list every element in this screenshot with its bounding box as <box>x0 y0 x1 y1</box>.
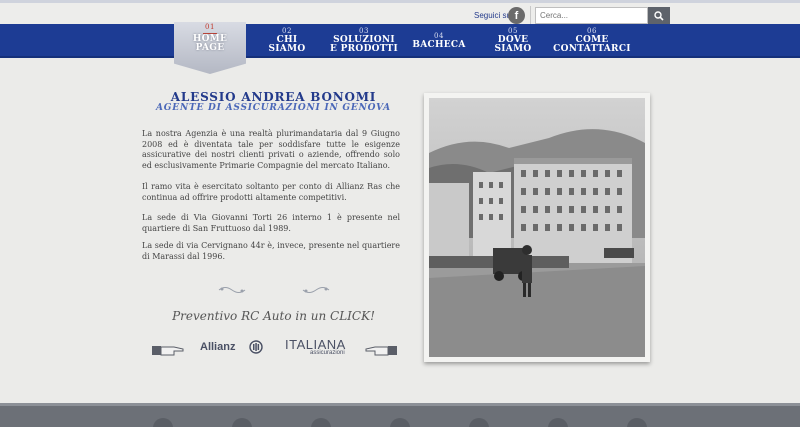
search-button[interactable] <box>648 7 670 24</box>
footer-bar <box>0 403 800 427</box>
italiana-logo-sub: assicurazioni <box>310 350 345 356</box>
search-icon <box>654 10 664 21</box>
search-input[interactable] <box>535 7 648 24</box>
historic-photo-frame <box>424 93 650 362</box>
partner-logos: Allianz ITALIANA assicurazioni <box>146 337 401 361</box>
allianz-eagle-icon <box>249 340 263 354</box>
pointing-hand-icon <box>152 346 184 356</box>
ornament-icon <box>218 287 246 293</box>
nav-number: 02 <box>282 27 292 35</box>
nav-label: SOLUZIONI E PRODOTTI <box>329 35 398 54</box>
nav-label: CHI SIAMO <box>268 35 306 54</box>
nav-item-soluzioni[interactable]: 03 SOLUZIONI E PRODOTTI <box>328 24 400 58</box>
nav-label: HOME PAGE <box>192 34 228 53</box>
nav-number: 05 <box>508 27 518 35</box>
footer-icon[interactable] <box>548 418 568 427</box>
facebook-icon[interactable]: f <box>508 7 525 24</box>
nav-number: 01 <box>205 23 215 31</box>
ornament-icon <box>302 287 330 293</box>
footer-icon[interactable] <box>153 418 173 427</box>
footer-icon[interactable] <box>469 418 489 427</box>
nav-item-come-contattarci[interactable]: 06 COME CONTATTARCI <box>548 24 636 58</box>
footer-icon[interactable] <box>311 418 331 427</box>
nav-label: BACHECA <box>412 39 466 50</box>
rc-auto-cta[interactable]: Preventivo RC Auto in un CLICK! <box>146 309 401 323</box>
divider <box>530 6 531 25</box>
nav-number: 03 <box>359 27 369 35</box>
ramo-vita-paragraph: Il ramo vita è esercitato soltanto per c… <box>142 182 400 202</box>
nav-label: DOVE SIAMO <box>494 35 532 54</box>
page-title: ALESSIO ANDREA BONOMI <box>170 90 377 104</box>
pointing-hand-icon <box>365 346 397 356</box>
footer-icon[interactable] <box>627 418 647 427</box>
top-bar: Seguici su f <box>0 0 800 25</box>
nav-number: 06 <box>587 27 597 35</box>
nav-item-chi-siamo[interactable]: 02 CHI SIAMO <box>252 24 322 58</box>
nav-label: COME CONTATTARCI <box>553 35 631 54</box>
page-subtitle: AGENTE DI ASSICURAZIONI IN GENOVA <box>156 103 391 113</box>
sede-cervignano-paragraph: La sede di via Cervignano 44r è, invece,… <box>142 241 400 261</box>
footer-icon[interactable] <box>390 418 410 427</box>
footer-icon[interactable] <box>232 418 252 427</box>
seguici-label: Seguici su <box>474 11 511 20</box>
nav-item-dove-siamo[interactable]: 05 DOVE SIAMO <box>478 24 548 58</box>
nav-item-bacheca[interactable]: 04 BACHECA <box>406 24 472 58</box>
allianz-logo[interactable]: Allianz <box>200 341 235 353</box>
nav-number: 04 <box>434 31 444 40</box>
historic-street-photo <box>429 98 645 357</box>
nav-item-home[interactable]: 01 HOME PAGE <box>174 22 246 74</box>
main-nav: 02 CHI SIAMO 03 SOLUZIONI E PRODOTTI 04 … <box>0 24 800 58</box>
sede-torti-paragraph: La sede di Via Giovanni Torti 26 interno… <box>142 213 400 233</box>
intro-paragraph: La nostra Agenzia è una realtà plurimand… <box>142 129 400 170</box>
